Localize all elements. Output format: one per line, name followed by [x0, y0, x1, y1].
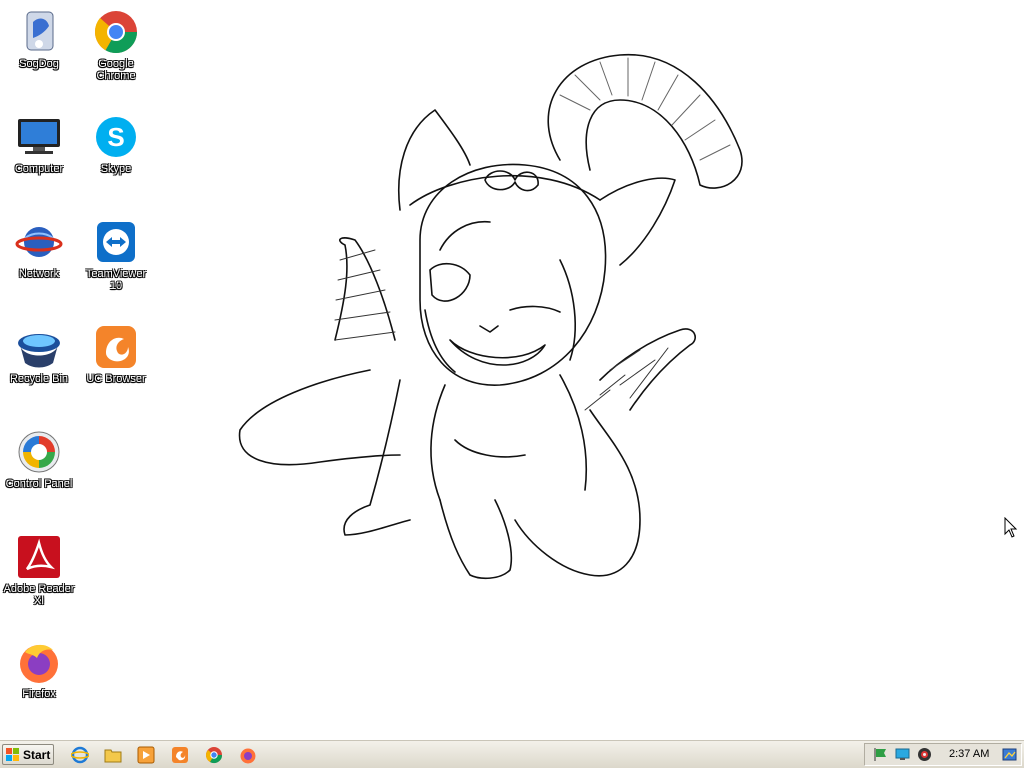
desktop-icon-google-chrome[interactable]: Google Chrome: [79, 8, 153, 82]
skype-icon: S: [96, 117, 136, 157]
desktop-icon-adobe-reader[interactable]: Adobe Reader XI: [2, 533, 76, 607]
sogdog-icon: [26, 11, 54, 51]
svg-text:S: S: [107, 122, 124, 152]
start-label: Start: [23, 747, 51, 762]
mouse-cursor-icon: [1004, 517, 1018, 538]
desktop-icon-skype[interactable]: S Skype: [79, 113, 153, 175]
desktop-icon-recycle-bin[interactable]: Recycle Bin: [2, 323, 76, 385]
desktop-icon-computer[interactable]: Computer: [2, 113, 76, 175]
show-desktop-icon[interactable]: [1002, 747, 1017, 762]
desktop-icon-control-panel[interactable]: Control Panel: [2, 428, 76, 490]
system-clock[interactable]: 2:37 AM: [949, 748, 989, 760]
desktop-icon-label: Computer: [14, 163, 64, 175]
system-tray: 2:37 AM: [864, 743, 1022, 766]
speaker-icon[interactable]: [917, 747, 932, 762]
desktop-icon-label: TeamViewer 10: [85, 268, 147, 292]
teamviewer-icon: [97, 222, 135, 262]
control-panel-icon: [18, 431, 60, 473]
flag-icon[interactable]: [873, 747, 888, 762]
chrome-icon[interactable]: [205, 746, 223, 764]
windows-logo-icon: [6, 747, 19, 761]
desktop-icon-label: Control Panel: [5, 478, 73, 490]
desktop-icon-label: Adobe Reader XI: [3, 583, 75, 607]
desktop-icon-teamviewer[interactable]: TeamViewer 10: [79, 218, 153, 292]
file-explorer-icon[interactable]: [104, 746, 122, 764]
taskbar: Start 2:37 AM: [0, 740, 1024, 768]
chrome-icon: [94, 11, 137, 54]
start-button[interactable]: Start: [2, 744, 54, 765]
recycle-bin-icon: [18, 334, 60, 368]
computer-icon: [18, 119, 60, 154]
desktop: SogDog Google Chrome Computer S Skype Ne…: [0, 0, 1024, 740]
desktop-icon-label: UC Browser: [86, 373, 146, 385]
uc-browser-icon[interactable]: [171, 746, 189, 764]
desktop-icon-network[interactable]: Network: [2, 218, 76, 280]
desktop-icon-sogdog[interactable]: SogDog: [2, 8, 76, 70]
desktop-icon-label: Network: [18, 268, 60, 280]
monitor-icon[interactable]: [895, 747, 910, 762]
desktop-icon-uc-browser[interactable]: UC Browser: [79, 323, 153, 385]
wallpaper-sketch: [238, 53, 743, 580]
firefox-icon: [20, 644, 58, 683]
desktop-icon-label: Recycle Bin: [9, 373, 69, 385]
desktop-icon-label: Firefox: [22, 688, 56, 700]
internet-explorer-icon[interactable]: [71, 746, 89, 764]
uc-browser-icon: [96, 326, 136, 368]
desktop-icon-label: Google Chrome: [96, 58, 136, 82]
desktop-icon-label: SogDog: [19, 58, 59, 70]
desktop-icon-firefox[interactable]: Firefox: [2, 638, 76, 700]
desktop-icon-label: Skype: [100, 163, 132, 175]
network-icon: [15, 227, 63, 257]
media-player-icon[interactable]: [137, 746, 155, 764]
firefox-icon[interactable]: [239, 746, 257, 764]
adobe-reader-icon: [18, 536, 60, 578]
